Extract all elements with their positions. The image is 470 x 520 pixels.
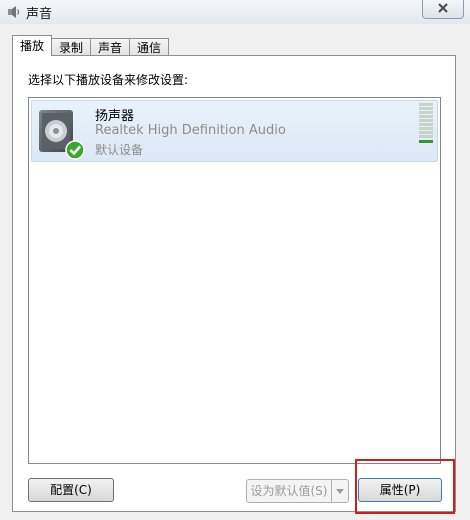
device-name: 扬声器: [95, 109, 135, 124]
set-default-button[interactable]: 设为默认值(S): [246, 479, 332, 503]
window-titlebar[interactable]: 声音: [0, 0, 470, 24]
device-list[interactable]: 扬声器 Realtek High Definition Audio 默认设备: [28, 97, 441, 464]
chevron-down-icon: [336, 489, 344, 494]
window-title: 声音: [26, 7, 53, 22]
configure-button[interactable]: 配置(C): [28, 478, 114, 502]
set-default-dropdown[interactable]: [331, 479, 349, 503]
dialog-body: 播放 录制 声音 通信 选择以下播放设备来修改设置: 扬声器 Realtek H…: [0, 24, 470, 520]
volume-level-meter: [419, 103, 433, 143]
tab-communications[interactable]: 通信: [129, 38, 170, 56]
device-status: 默认设备: [95, 143, 144, 157]
tab-playback[interactable]: 播放: [12, 35, 53, 56]
instruction-text: 选择以下播放设备来修改设置:: [28, 73, 189, 87]
close-button[interactable]: [422, 0, 464, 19]
speaker-icon: [39, 110, 85, 160]
tab-recording[interactable]: 录制: [51, 38, 92, 56]
tab-strip: 播放 录制 声音 通信: [12, 35, 170, 56]
sound-app-icon: [8, 6, 20, 18]
default-check-icon: [65, 140, 85, 160]
playback-panel: 选择以下播放设备来修改设置: 扬声器 Realtek High Definiti…: [12, 55, 456, 512]
device-item-speakers[interactable]: 扬声器 Realtek High Definition Audio 默认设备: [31, 100, 438, 162]
tab-sounds[interactable]: 声音: [90, 38, 131, 56]
close-icon: [438, 3, 448, 13]
properties-button[interactable]: 属性(P): [358, 478, 442, 502]
device-driver: Realtek High Definition Audio: [95, 123, 286, 138]
